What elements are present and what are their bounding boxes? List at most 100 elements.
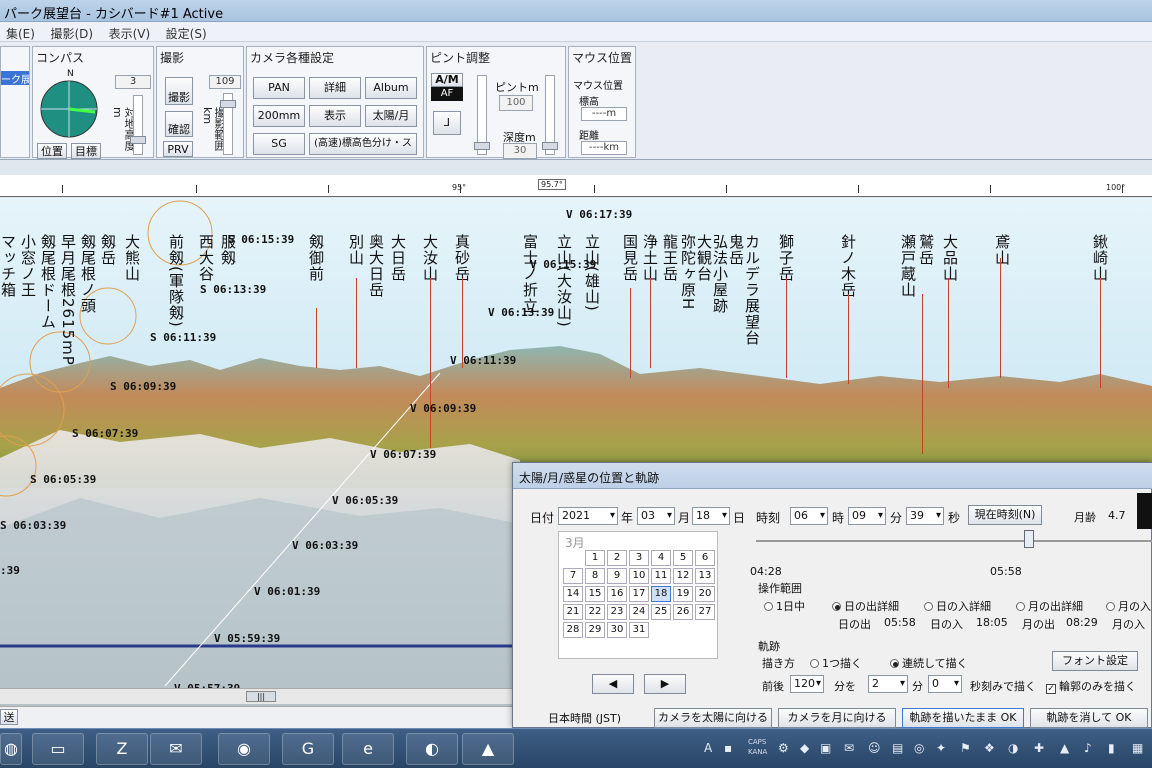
hour-select[interactable]: 06 bbox=[790, 507, 828, 525]
sg-button[interactable]: SG bbox=[253, 133, 305, 155]
calendar-day[interactable]: 4 bbox=[651, 550, 671, 566]
calendar-day[interactable]: 30 bbox=[607, 622, 627, 638]
calendar-day[interactable]: 15 bbox=[585, 586, 605, 602]
sun-moon-button[interactable]: 太陽/月 bbox=[365, 105, 417, 127]
focus-icon-button[interactable]: ⅃ bbox=[433, 111, 461, 135]
tray-icon[interactable]: ❖ bbox=[984, 741, 998, 755]
scrollbar-thumb[interactable]: ||| bbox=[246, 691, 276, 702]
range-value[interactable]: 109 bbox=[209, 75, 241, 89]
calendar-day[interactable]: 29 bbox=[585, 622, 605, 638]
keep-track-ok-button[interactable]: 軌跡を描いたまま OK bbox=[902, 708, 1024, 728]
calendar-day[interactable]: 27 bbox=[695, 604, 715, 620]
tray-icon[interactable]: ▤ bbox=[892, 741, 906, 755]
tray-icon[interactable]: ▦ bbox=[1132, 741, 1146, 755]
tray-icon[interactable]: ✚ bbox=[1034, 741, 1048, 755]
year-select[interactable]: 2021 bbox=[558, 507, 618, 525]
calendar-day[interactable]: 13 bbox=[695, 568, 715, 584]
time-slider-track[interactable] bbox=[756, 540, 1152, 542]
tray-icon[interactable]: ▲ bbox=[1060, 741, 1074, 755]
send-button[interactable]: 送る bbox=[0, 709, 18, 728]
range-sunrise[interactable]: 日の出詳細 bbox=[832, 598, 899, 614]
tray-icon[interactable]: ✦ bbox=[936, 741, 950, 755]
preview-button[interactable]: PRV bbox=[163, 141, 193, 157]
display-button[interactable]: 表示 bbox=[309, 105, 361, 127]
calendar-day[interactable]: 12 bbox=[673, 568, 693, 584]
calendar-day[interactable]: 1 bbox=[585, 550, 605, 566]
calendar-day[interactable]: 2 bbox=[607, 550, 627, 566]
kashmir-icon[interactable]: ◐ bbox=[406, 733, 458, 765]
range-moonset[interactable]: 月の入 bbox=[1106, 598, 1151, 614]
calendar-day[interactable]: 5 bbox=[673, 550, 693, 566]
depth-value[interactable]: 30 bbox=[503, 143, 537, 159]
focus-value[interactable]: 100 bbox=[499, 95, 533, 111]
location-list-item[interactable]: ーク展 bbox=[1, 71, 29, 85]
tray-icon[interactable]: ◑ bbox=[1008, 741, 1022, 755]
calendar-day[interactable]: 11 bbox=[651, 568, 671, 584]
network-icon[interactable]: ▮ bbox=[1108, 741, 1122, 755]
firefox-icon[interactable]: ◉ bbox=[218, 733, 270, 765]
tray-icon[interactable]: ⚙ bbox=[778, 741, 792, 755]
shoot-button[interactable]: 撮影 bbox=[165, 77, 193, 105]
target-button[interactable]: 目標 bbox=[71, 143, 101, 159]
range-all-day[interactable]: 1日中 bbox=[764, 598, 805, 614]
range-moonrise[interactable]: 月の出詳細 bbox=[1016, 598, 1083, 614]
prev-month-button[interactable]: ◀ bbox=[592, 674, 634, 694]
now-button[interactable]: 現在時刻(N) bbox=[968, 505, 1042, 525]
start-button-icon[interactable]: ◍ bbox=[0, 733, 22, 765]
calendar[interactable]: 3月 1 2 3 4 5 6 7 8 9 10 11 12 13 14 15 16 17 18 19 20 21 22 23… bbox=[558, 531, 718, 659]
album-button[interactable]: Album bbox=[365, 77, 417, 99]
calendar-day[interactable]: 7 bbox=[563, 568, 583, 584]
calendar-day[interactable]: 10 bbox=[629, 568, 649, 584]
pan-button[interactable]: PAN bbox=[253, 77, 305, 99]
detail-button[interactable]: 詳細 bbox=[309, 77, 361, 99]
app-icon[interactable]: Z bbox=[96, 733, 148, 765]
calendar-day[interactable]: 6 bbox=[695, 550, 715, 566]
volume-icon[interactable]: ♪ bbox=[1084, 741, 1098, 755]
focus-slider[interactable] bbox=[474, 75, 490, 155]
time-slider-thumb[interactable] bbox=[1024, 530, 1034, 548]
tray-icon[interactable]: ☺ bbox=[868, 741, 882, 755]
calendar-day[interactable]: 28 bbox=[563, 622, 583, 638]
step-spin[interactable]: 2 bbox=[868, 675, 908, 693]
next-month-button[interactable]: ▶ bbox=[644, 674, 686, 694]
calendar-day[interactable]: 16 bbox=[607, 586, 627, 602]
tray-icon[interactable]: ◆ bbox=[800, 741, 814, 755]
compass-dial-icon[interactable] bbox=[39, 79, 99, 139]
calendar-day[interactable]: 31 bbox=[629, 622, 649, 638]
minute-select[interactable]: 09 bbox=[848, 507, 886, 525]
day-select[interactable]: 18 bbox=[692, 507, 730, 525]
point-moon-button[interactable]: カメラを月に向ける bbox=[778, 708, 896, 728]
calendar-day[interactable]: 20 bbox=[695, 586, 715, 602]
ie-icon[interactable]: e bbox=[342, 733, 394, 765]
k3d-icon[interactable]: ▲ bbox=[462, 733, 514, 765]
month-select[interactable]: 03 bbox=[637, 507, 675, 525]
calendar-day[interactable]: 24 bbox=[629, 604, 649, 620]
calendar-day[interactable]: 25 bbox=[651, 604, 671, 620]
mail-icon[interactable]: ✉ bbox=[150, 733, 202, 765]
zoom-200-button[interactable]: 200mm bbox=[253, 105, 305, 127]
calendar-day[interactable]: 26 bbox=[673, 604, 693, 620]
tray-icon[interactable]: ▣ bbox=[820, 741, 834, 755]
calendar-day[interactable]: 21 bbox=[563, 604, 583, 620]
calendar-day[interactable]: 9 bbox=[607, 568, 627, 584]
draw-continuous-radio[interactable]: 連続して描く bbox=[890, 655, 968, 671]
draw-one-radio[interactable]: 1つ描く bbox=[810, 655, 862, 671]
second-select[interactable]: 39 bbox=[906, 507, 944, 525]
height-value[interactable]: 3 bbox=[115, 75, 151, 89]
outline-only-checkbox[interactable]: ✓ 輪郭のみを描く bbox=[1046, 678, 1136, 694]
explorer-icon[interactable]: ▭ bbox=[32, 733, 84, 765]
tray-icon[interactable]: ✉ bbox=[844, 741, 858, 755]
seconds-spin[interactable]: 0 bbox=[928, 675, 962, 693]
tray-icon[interactable]: ◎ bbox=[914, 741, 928, 755]
calendar-day[interactable]: 17 bbox=[629, 586, 649, 602]
point-sun-button[interactable]: カメラを太陽に向ける bbox=[654, 708, 772, 728]
tray-icon[interactable]: ▪ bbox=[724, 741, 738, 755]
calendar-day[interactable]: 18 bbox=[651, 586, 671, 602]
depth-slider[interactable] bbox=[542, 75, 558, 155]
clear-track-ok-button[interactable]: 軌跡を消して OK bbox=[1030, 708, 1148, 728]
range-slider[interactable] bbox=[220, 93, 236, 155]
fast-elevation-button[interactable]: (高速)標高色分け・ス bbox=[309, 133, 417, 155]
acrobat-tray-icon[interactable]: A bbox=[704, 741, 718, 755]
calendar-day[interactable]: 22 bbox=[585, 604, 605, 620]
calendar-day[interactable]: 3 bbox=[629, 550, 649, 566]
